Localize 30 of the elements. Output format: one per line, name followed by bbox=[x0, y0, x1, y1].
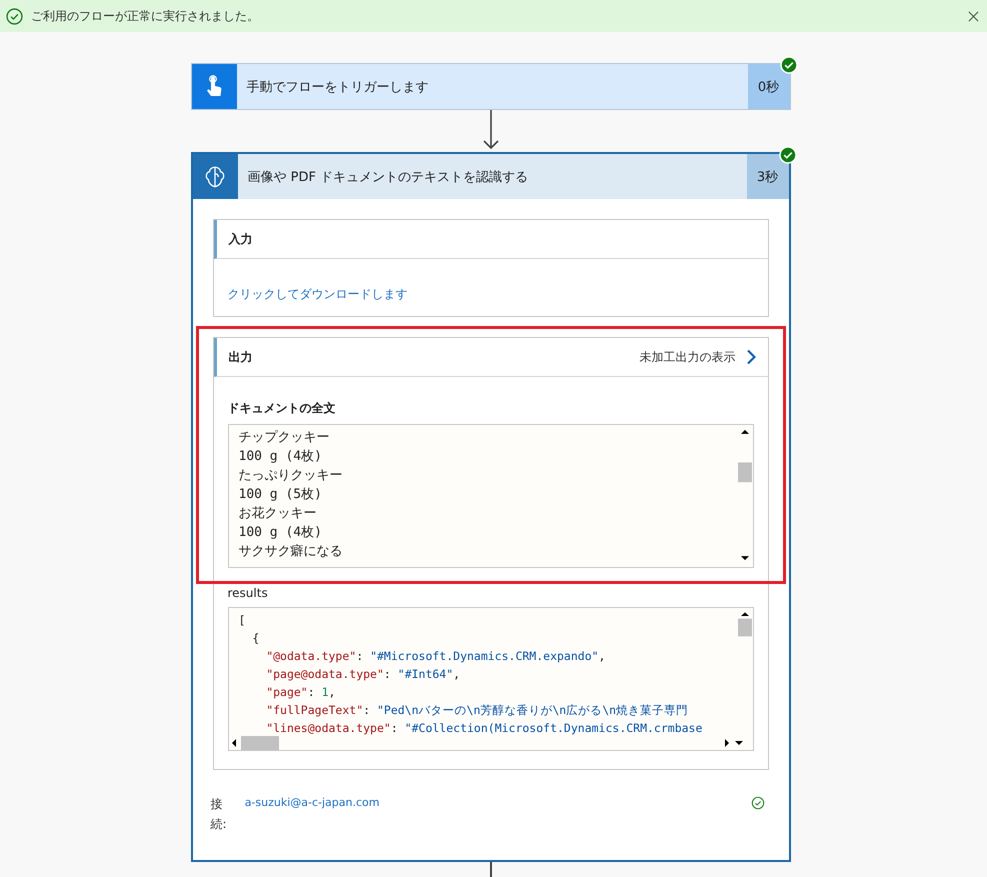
code-line: "lines@odata.type": "#Collection(Microsoft.Dynamics.CRM.crmbase bbox=[265, 720, 704, 737]
section-title: 入力 bbox=[228, 230, 254, 248]
close-icon[interactable] bbox=[968, 10, 979, 22]
connector-arrow bbox=[480, 110, 500, 152]
field-label: results bbox=[228, 586, 269, 600]
code-line: { bbox=[251, 630, 260, 647]
text-line: チップクッキー bbox=[238, 429, 330, 447]
account-link[interactable]: a-suzuki@a-c-japan.com bbox=[244, 794, 750, 812]
text-line: サクサク癖になる bbox=[238, 543, 344, 561]
text-line: 100 g (4枚) bbox=[238, 524, 323, 542]
code-line: "page@odata.type": "#Int64", bbox=[265, 666, 462, 683]
section-title: 出力 bbox=[228, 348, 254, 366]
connection-label: 接続: bbox=[210, 796, 224, 833]
raw-output-link[interactable]: 未加工出力の表示 bbox=[640, 348, 736, 366]
banner-message: ご利用のフローが正常に実行されました。 bbox=[31, 8, 260, 24]
step-title[interactable]: 手動でフローをトリガーします bbox=[236, 64, 748, 109]
text-line: お花クッキー bbox=[238, 505, 318, 523]
text-line: 100 g (5枚) bbox=[238, 486, 323, 504]
field-label: ドキュメントの全文 bbox=[228, 400, 336, 417]
step-duration: 3秒 bbox=[746, 154, 788, 199]
text-line: たっぷりクッキー bbox=[238, 467, 344, 485]
code-line: [ bbox=[238, 612, 246, 629]
code-line: "page": 1, bbox=[265, 684, 336, 701]
chevron-right-icon[interactable] bbox=[746, 349, 756, 365]
code-line: "fullPageText": "Ped\nバターの\n芳醇な香りが\n広がる\n焼き菓子専門 bbox=[265, 702, 690, 719]
code-line: "@odata.type": "#Microsoft.Dynamics.CRM.expando", bbox=[265, 648, 606, 665]
text-line: 100 g (4枚) bbox=[238, 448, 323, 466]
step-duration: 0秒 bbox=[748, 64, 790, 109]
download-link[interactable]: クリックしてダウンロードします bbox=[228, 287, 408, 301]
step-title[interactable]: 画像や PDF ドキュメントのテキストを認識する bbox=[238, 154, 746, 199]
